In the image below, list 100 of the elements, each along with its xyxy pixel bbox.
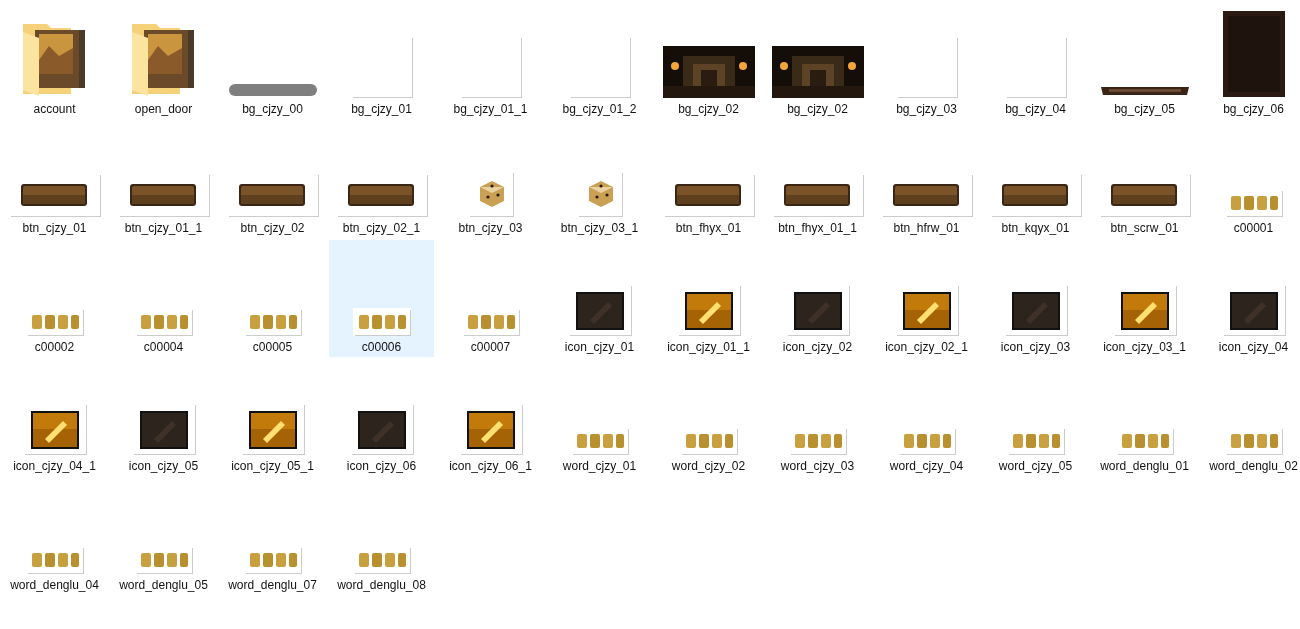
file-item[interactable]: icon_cjzy_06 [329,359,434,476]
file-name: c00004 [142,339,185,355]
file-name: word_denglu_01 [1099,458,1190,474]
file-name: c00002 [33,339,76,355]
file-item[interactable]: bg_cjzy_00 [220,2,325,119]
file-item[interactable]: bg_cjzy_02 [656,2,761,119]
file-name: btn_cjzy_01 [21,220,88,236]
file-item[interactable]: icon_cjzy_02_1 [874,240,979,357]
file-item[interactable]: btn_fhyx_01_1 [765,121,870,238]
file-name: icon_cjzy_02 [781,339,854,355]
file-item[interactable]: c00001 [1201,121,1300,238]
file-name: bg_cjzy_00 [241,101,304,117]
file-item[interactable]: bg_cjzy_01_2 [547,2,652,119]
file-name: bg_cjzy_06 [1222,101,1285,117]
file-item[interactable]: btn_cjzy_01_1 [111,121,216,238]
file-name: c00006 [360,339,403,355]
file-item[interactable]: c00005 [220,240,325,357]
file-item[interactable]: word_cjzy_02 [656,359,761,476]
file-item[interactable]: btn_cjzy_02_1 [329,121,434,238]
file-item[interactable]: bg_cjzy_01_1 [438,2,543,119]
file-item[interactable]: icon_cjzy_04_1 [2,359,107,476]
file-item[interactable]: c00002 [2,240,107,357]
file-item[interactable]: word_denglu_07 [220,478,325,595]
file-item[interactable]: bg_cjzy_01 [329,2,434,119]
file-name: word_denglu_07 [227,577,318,593]
file-name: btn_fhyx_01 [674,220,743,236]
file-name: word_denglu_08 [336,577,427,593]
file-name: btn_kqyx_01 [1000,220,1071,236]
file-item[interactable]: bg_cjzy_02 [765,2,870,119]
file-item[interactable]: bg_cjzy_06 [1201,2,1300,119]
file-name: bg_cjzy_04 [1004,101,1067,117]
file-item[interactable]: icon_cjzy_01_1 [656,240,761,357]
file-item[interactable]: icon_cjzy_05 [111,359,216,476]
file-name: btn_cjzy_02 [239,220,306,236]
file-item[interactable]: word_cjzy_01 [547,359,652,476]
file-item[interactable]: c00007 [438,240,543,357]
file-item[interactable]: btn_hfrw_01 [874,121,979,238]
file-item[interactable]: btn_cjzy_03 [438,121,543,238]
file-item[interactable]: icon_cjzy_02 [765,240,870,357]
file-item[interactable]: word_denglu_02 [1201,359,1300,476]
file-item[interactable]: icon_cjzy_03_1 [1092,240,1197,357]
file-name: btn_hfrw_01 [892,220,961,236]
file-name: icon_cjzy_01_1 [666,339,751,355]
file-item[interactable]: bg_cjzy_03 [874,2,979,119]
file-name: btn_fhyx_01_1 [777,220,858,236]
file-item[interactable]: icon_cjzy_05_1 [220,359,325,476]
file-item[interactable]: word_cjzy_03 [765,359,870,476]
file-name: bg_cjzy_02 [786,101,849,117]
file-item[interactable]: word_denglu_05 [111,478,216,595]
file-name: bg_cjzy_01 [350,101,413,117]
file-item[interactable]: c00006 [329,240,434,357]
file-item[interactable]: account [2,2,107,119]
file-name: bg_cjzy_02 [677,101,740,117]
file-item[interactable]: word_denglu_08 [329,478,434,595]
file-name: word_denglu_02 [1208,458,1299,474]
file-item[interactable]: c00004 [111,240,216,357]
file-item[interactable]: icon_cjzy_06_1 [438,359,543,476]
file-item[interactable]: btn_scrw_01 [1092,121,1197,238]
file-name: icon_cjzy_06_1 [448,458,533,474]
file-name: bg_cjzy_03 [895,101,958,117]
file-name: word_cjzy_01 [561,458,638,474]
file-name: account [32,101,77,117]
file-item[interactable]: word_cjzy_05 [983,359,1088,476]
file-name: icon_cjzy_03 [999,339,1072,355]
file-item[interactable]: icon_cjzy_01 [547,240,652,357]
file-item[interactable]: btn_kqyx_01 [983,121,1088,238]
file-item[interactable]: btn_fhyx_01 [656,121,761,238]
file-name: word_cjzy_03 [779,458,856,474]
file-name: btn_cjzy_03 [457,220,524,236]
file-name: icon_cjzy_02_1 [884,339,969,355]
file-name: btn_cjzy_02_1 [341,220,422,236]
file-name: icon_cjzy_06 [345,458,418,474]
file-item[interactable]: open_door [111,2,216,119]
file-name: bg_cjzy_01_1 [452,101,529,117]
file-name: open_door [133,101,194,117]
file-name: icon_cjzy_04 [1217,339,1290,355]
file-name: c00005 [251,339,294,355]
file-name: c00007 [469,339,512,355]
file-item[interactable]: word_denglu_04 [2,478,107,595]
file-name: word_denglu_05 [118,577,209,593]
file-name: word_cjzy_04 [888,458,965,474]
file-name: icon_cjzy_05_1 [230,458,315,474]
file-item[interactable]: bg_cjzy_05 [1092,2,1197,119]
file-item[interactable]: word_cjzy_04 [874,359,979,476]
file-name: word_cjzy_05 [997,458,1074,474]
file-name: btn_cjzy_03_1 [559,220,640,236]
file-name: icon_cjzy_03_1 [1102,339,1187,355]
file-item[interactable]: btn_cjzy_02 [220,121,325,238]
file-name: bg_cjzy_01_2 [561,101,638,117]
file-name: bg_cjzy_05 [1113,101,1176,117]
file-name: icon_cjzy_01 [563,339,636,355]
file-name: c00001 [1232,220,1275,236]
file-name: icon_cjzy_04_1 [12,458,97,474]
file-item[interactable]: icon_cjzy_04 [1201,240,1300,357]
file-item[interactable]: btn_cjzy_01 [2,121,107,238]
file-item[interactable]: bg_cjzy_04 [983,2,1088,119]
file-item[interactable]: btn_cjzy_03_1 [547,121,652,238]
file-item[interactable]: icon_cjzy_03 [983,240,1088,357]
file-item[interactable]: word_denglu_01 [1092,359,1197,476]
file-name: word_cjzy_02 [670,458,747,474]
